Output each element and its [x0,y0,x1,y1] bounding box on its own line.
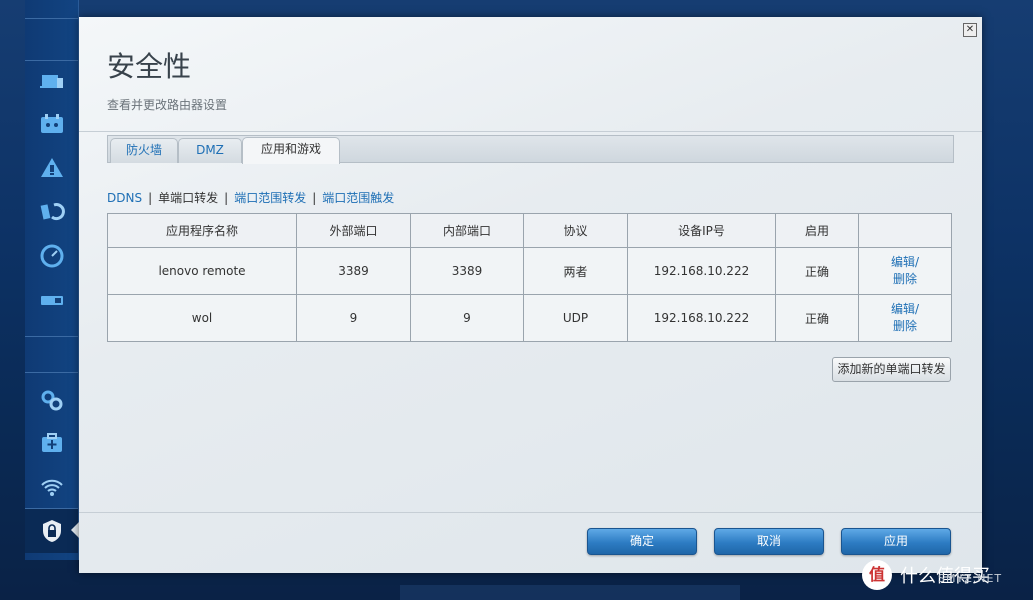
watermark: 值 什么值得买 SMYZ.NET [862,558,1022,592]
settings-icon[interactable] [25,378,78,422]
sublink-separator: | [148,191,153,205]
page-title: 安全性 [107,50,192,83]
col-external-port: 外部端口 [296,213,411,248]
cell-internal-port: 9 [410,294,524,342]
sublink-single-port-forwarding[interactable]: 单端口转发 [158,189,218,206]
cell-external-port: 9 [296,294,411,342]
sidebar-nav [25,0,79,560]
delete-link[interactable]: 删除 [860,271,950,288]
col-protocol: 协议 [523,213,628,248]
watermark-logo: 值 [862,560,892,590]
table-header-row: 应用程序名称 外部端口 内部端口 协议 设备IP号 启用 [107,213,952,248]
cell-device-ip: 192.168.10.222 [627,294,776,342]
speed-test-icon[interactable] [25,234,78,278]
wireless-icon[interactable] [25,465,78,509]
cell-protocol: 两者 [523,247,628,295]
edit-link[interactable]: 编辑/ [860,301,950,318]
page-subtitle: 查看并更改路由器设置 [107,98,228,112]
table-row: lenovo remote 3389 3389 两者 192.168.10.22… [107,247,952,295]
add-port-forward-button[interactable]: 添加新的单端口转发 [832,357,951,382]
tab-dmz[interactable]: DMZ [178,138,242,163]
close-button[interactable]: ✕ [963,23,977,37]
devices-icon[interactable] [25,59,78,103]
ok-button[interactable]: 确定 [587,528,697,555]
watermark-site: SMYZ.NET [938,572,1003,585]
col-enabled: 启用 [775,213,859,248]
usb-storage-icon[interactable] [25,278,78,322]
delete-link[interactable]: 删除 [860,318,950,335]
cell-protocol: UDP [523,294,628,342]
apply-button[interactable]: 应用 [841,528,951,555]
cell-external-port: 3389 [296,247,411,295]
media-prioritization-icon[interactable] [25,190,78,234]
sublink-port-range-forwarding[interactable]: 端口范围转发 [234,189,306,206]
sublink-separator: | [224,191,229,205]
sidebar-divider [25,372,78,373]
cell-device-ip: 192.168.10.222 [627,247,776,295]
cell-internal-port: 3389 [410,247,524,295]
cell-enabled: 正确 [775,247,859,295]
cancel-button[interactable]: 取消 [714,528,824,555]
tab-apps-and-gaming[interactable]: 应用和游戏 [242,137,340,164]
col-actions [858,213,952,248]
active-pointer [71,522,79,538]
port-forwarding-table: 应用程序名称 外部端口 内部端口 协议 设备IP号 启用 lenovo remo… [107,213,952,342]
tab-firewall[interactable]: 防火墙 [110,138,178,163]
parental-controls-icon[interactable] [25,102,78,146]
sublink-ddns[interactable]: DDNS [107,191,142,205]
footer-divider [79,512,982,513]
sidebar-divider [25,336,78,337]
sublink-port-range-triggering[interactable]: 端口范围触发 [322,189,394,206]
sidebar-divider [25,18,78,19]
tab-bar: 防火墙 DMZ 应用和游戏 [107,135,954,164]
sub-navigation: DDNS | 单端口转发 | 端口范围转发 | 端口范围触发 [107,189,394,206]
sublink-separator: | [312,191,317,205]
cell-app-name: lenovo remote [107,247,297,295]
col-app-name: 应用程序名称 [107,213,297,248]
col-internal-port: 内部端口 [410,213,524,248]
table-row: wol 9 9 UDP 192.168.10.222 正确 编辑/ 删除 [107,294,952,342]
header-divider [79,131,982,132]
edit-link[interactable]: 编辑/ [860,254,950,271]
col-device-ip: 设备IP号 [627,213,776,248]
background-strip [400,585,740,600]
cell-enabled: 正确 [775,294,859,342]
troubleshooting-icon[interactable] [25,421,78,465]
security-dialog: ✕ 安全性 查看并更改路由器设置 防火墙 DMZ 应用和游戏 DDNS | 单端口转… [79,17,982,573]
cell-actions: 编辑/ 删除 [858,294,952,342]
guest-access-icon[interactable] [25,146,78,190]
cell-actions: 编辑/ 删除 [858,247,952,295]
cell-app-name: wol [107,294,297,342]
